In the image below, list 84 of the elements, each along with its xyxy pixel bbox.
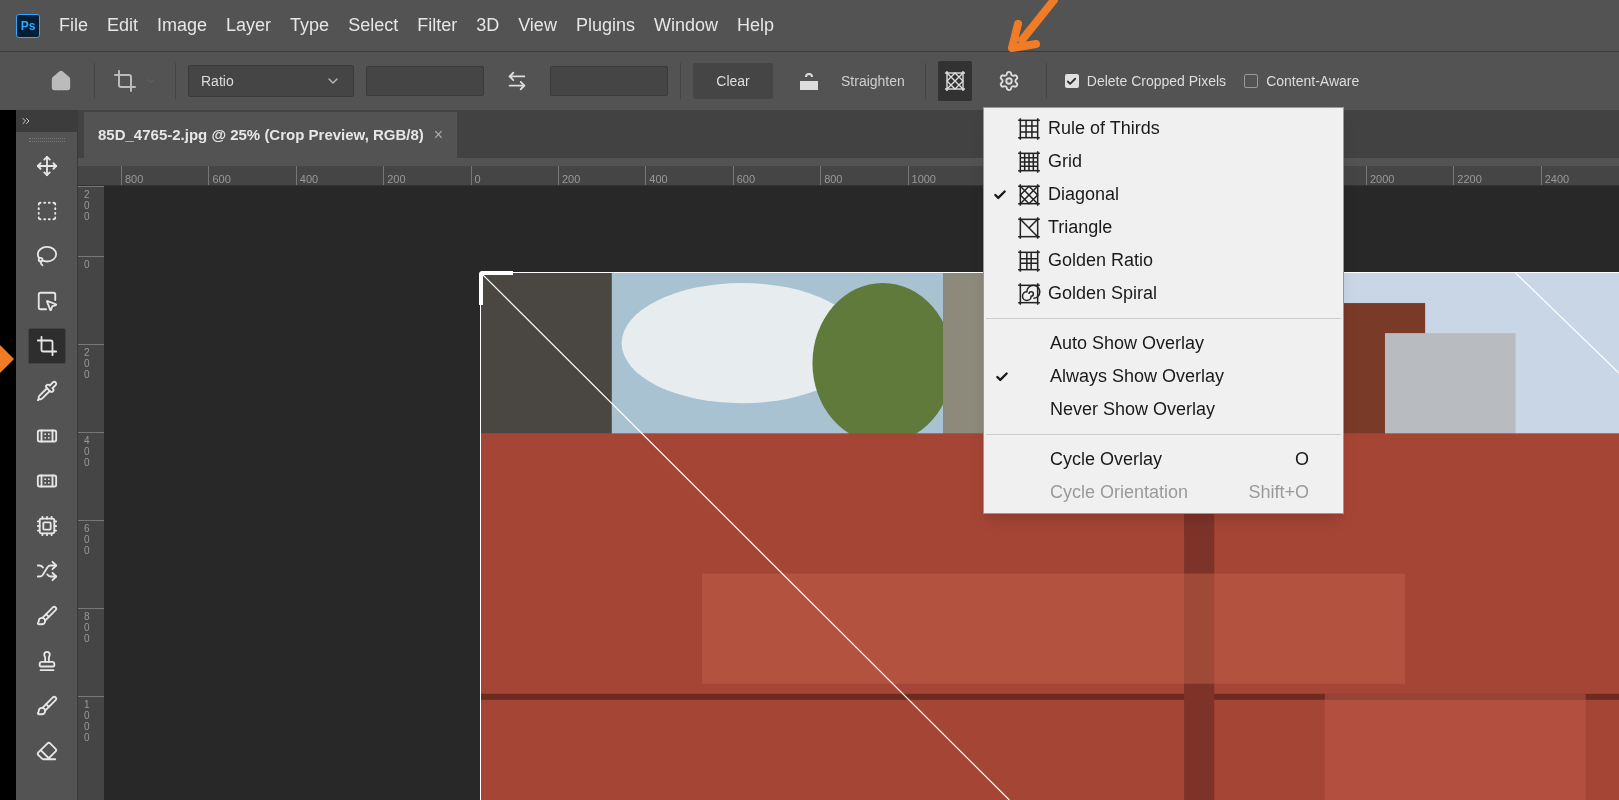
golden-overlay-icon [1016, 247, 1042, 274]
object-select-icon [35, 290, 58, 312]
thirds-overlay-icon [1016, 115, 1042, 142]
ruler-label: 600 [84, 523, 91, 556]
menu-item[interactable]: Help [736, 12, 774, 39]
ruler-label: 600 [212, 173, 231, 185]
menu-item[interactable]: Type [290, 12, 330, 39]
ruler-label: 2200 [1457, 173, 1482, 185]
checkbox-label[interactable]: Delete Cropped Pixels [1086, 70, 1227, 92]
crop-handle[interactable] [479, 271, 513, 305]
menu-item[interactable]: Window [653, 12, 718, 39]
menu-item[interactable]: 3D [476, 12, 500, 39]
expand-icon[interactable] [20, 115, 32, 127]
crop-icon[interactable] [113, 69, 137, 93]
grid-overlay-icon [1016, 148, 1042, 175]
swap-icon[interactable] [506, 70, 528, 92]
ruler-label: 0 [84, 259, 91, 270]
clear-button[interactable]: Clear [693, 63, 773, 99]
ruler-label: 2400 [1544, 173, 1570, 185]
straighten-label[interactable]: Straighten [841, 70, 905, 92]
ruler-label: 400 [84, 435, 91, 468]
ruler-label: 800 [84, 611, 91, 644]
diagonal-overlay-icon [1016, 181, 1042, 208]
brush-icon [35, 605, 58, 627]
ruler-label: 400 [649, 173, 668, 185]
check-icon [1066, 75, 1078, 87]
ruler-label: 200 [387, 173, 406, 185]
ruler-label: 400 [299, 173, 319, 185]
ruler-label: 0 [474, 173, 481, 185]
width-input[interactable] [366, 66, 484, 96]
lasso-icon [35, 245, 58, 267]
brush-icon [35, 695, 58, 717]
checkbox[interactable] [1064, 74, 1079, 88]
height-input[interactable] [550, 66, 668, 96]
menu-item[interactable]: Cycle Overlay O [986, 443, 1341, 476]
menu-item[interactable]: Grid [984, 145, 1343, 178]
ruler-label: 2000 [1369, 173, 1395, 185]
menu-item[interactable]: Golden Spiral [984, 277, 1343, 310]
ruler-label: 600 [736, 173, 756, 185]
home-icon[interactable] [50, 70, 72, 92]
document-tab[interactable]: 85D_4765-2.jpg @ 25% (Crop Preview, RGB/8) × [84, 112, 458, 158]
menu-item[interactable]: Never Show Overlay [986, 393, 1341, 426]
ruler-label: 200 [84, 347, 91, 380]
menu-item[interactable]: Triangle [984, 211, 1343, 244]
menu-item[interactable]: File [59, 12, 88, 39]
menu-item[interactable]: Edit [107, 12, 139, 39]
eraser-icon [35, 740, 58, 762]
overlay-button[interactable] [937, 61, 972, 101]
menu-item[interactable]: Image [157, 12, 208, 39]
chip-icon [35, 515, 58, 537]
marquee-icon [35, 200, 58, 222]
menu-item[interactable]: Always Show Overlay [986, 360, 1341, 393]
arrow-icon [1008, 0, 1058, 52]
triangle-overlay-icon [1016, 214, 1042, 241]
menu-item[interactable]: Rule of Thirds [984, 112, 1343, 145]
arrowhead-icon [0, 345, 14, 373]
menu-item[interactable]: Golden Ratio [984, 244, 1343, 277]
menu-item[interactable]: Diagonal [984, 178, 1343, 211]
ruler-label: 800 [125, 173, 144, 185]
menu-item[interactable]: Filter [417, 12, 458, 39]
ratio-dropdown[interactable]: Ratio [188, 65, 354, 97]
menu-item[interactable]: Auto Show Overlay [986, 327, 1341, 360]
diagonal-overlay-icon [942, 69, 967, 93]
ruler-label: 200 [561, 173, 581, 185]
eyedropper-icon [35, 380, 58, 402]
crop-icon [35, 335, 58, 357]
menu-item[interactable]: View [518, 12, 557, 39]
shuffle-icon [35, 560, 58, 582]
checkbox[interactable] [1244, 74, 1259, 88]
panel-grip[interactable] [28, 138, 65, 142]
tool-button[interactable] [27, 328, 66, 364]
checkbox-label[interactable]: Content-Aware [1266, 70, 1360, 92]
ruler-label: 1000 [911, 173, 936, 185]
close-tab-button[interactable]: × [433, 123, 444, 147]
settings-icon[interactable] [997, 70, 1020, 92]
menu-item[interactable]: Plugins [575, 12, 635, 39]
spiral-overlay-icon [1016, 280, 1042, 307]
menu-item[interactable]: Layer [226, 12, 272, 39]
ruler-label: 800 [824, 173, 843, 185]
app-logo[interactable]: Ps [16, 13, 40, 38]
menu-item[interactable]: Select [348, 12, 399, 39]
move-icon [35, 155, 58, 177]
ruler-label: 1000 [84, 699, 91, 743]
ruler-label: 200 [84, 189, 91, 222]
